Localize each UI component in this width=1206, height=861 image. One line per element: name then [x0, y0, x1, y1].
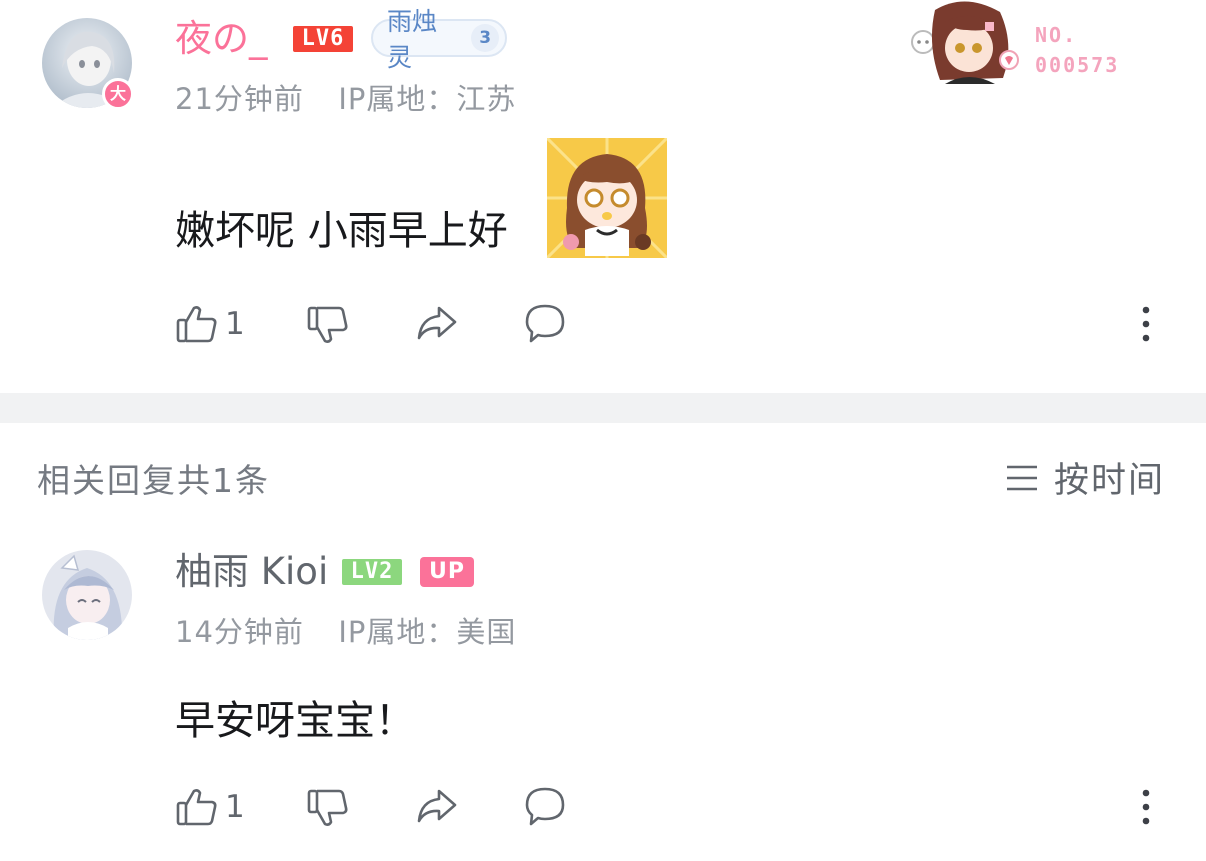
level-badge: LV6	[293, 26, 353, 52]
reply-comment-button[interactable]	[523, 785, 567, 829]
comment-icon	[525, 787, 565, 826]
replies-count-title: 相关回复共1条	[37, 461, 270, 500]
reply-text: 早安呀宝宝！	[175, 698, 415, 744]
fan-badge-level: 3	[471, 24, 499, 52]
reply-meta: 14分钟前 IP属地：美国	[175, 609, 516, 651]
thumbs-up-icon	[176, 789, 217, 826]
sort-button[interactable]: 按时间	[1004, 452, 1165, 503]
username[interactable]: 夜の_	[175, 17, 268, 61]
avatar-badge-label: 大	[109, 84, 126, 103]
comment-icon	[525, 304, 565, 343]
section-divider	[0, 393, 1206, 423]
nft-number-label: NO.	[1035, 23, 1078, 47]
comment-text: 嫩坏呢 小雨早上好	[175, 208, 508, 254]
share-icon	[417, 789, 457, 823]
reply-username[interactable]: 柚雨 Kioi	[175, 550, 328, 594]
reply-share-button[interactable]	[415, 787, 459, 827]
reply-like-count: 1	[225, 789, 245, 825]
like-button[interactable]: 1	[175, 302, 245, 346]
comment-ip: IP属地：江苏	[338, 82, 517, 116]
reply-level-badge: LV2	[342, 559, 402, 585]
reply-avatar[interactable]	[42, 550, 132, 640]
reply-like-button[interactable]: 1	[175, 785, 245, 829]
reply-more-button[interactable]	[1134, 788, 1158, 826]
more-icon	[1142, 306, 1150, 342]
fan-badge[interactable]: 雨烛灵 3	[371, 7, 507, 72]
avatar-badge: 大	[102, 78, 134, 110]
share-button[interactable]	[415, 304, 459, 344]
reply-dislike-button[interactable]	[306, 786, 350, 830]
comment-time: 21分钟前	[175, 82, 304, 116]
comment-meta: 21分钟前 IP属地：江苏	[175, 76, 516, 118]
up-tag: UP	[420, 557, 474, 587]
thumbs-down-icon	[307, 306, 348, 343]
sort-label: 按时间	[1054, 461, 1166, 501]
sort-icon	[1007, 465, 1037, 490]
reply-ip: IP属地：美国	[338, 615, 517, 649]
dislike-button[interactable]	[306, 303, 350, 347]
sticker-image	[545, 136, 669, 260]
reply-button[interactable]	[523, 302, 567, 346]
thumbs-up-icon	[176, 306, 217, 343]
fan-badge-name: 雨烛灵	[387, 7, 438, 72]
thumbs-down-icon	[307, 789, 348, 826]
nft-character-image	[911, 1, 1019, 84]
more-icon	[1142, 789, 1150, 825]
nft-number-value: 000573	[1035, 53, 1120, 77]
reply-time: 14分钟前	[175, 615, 304, 649]
more-button[interactable]	[1134, 305, 1158, 343]
share-icon	[417, 306, 457, 340]
like-count: 1	[225, 306, 245, 342]
nft-card[interactable]: NO. 000573	[905, 0, 1145, 90]
